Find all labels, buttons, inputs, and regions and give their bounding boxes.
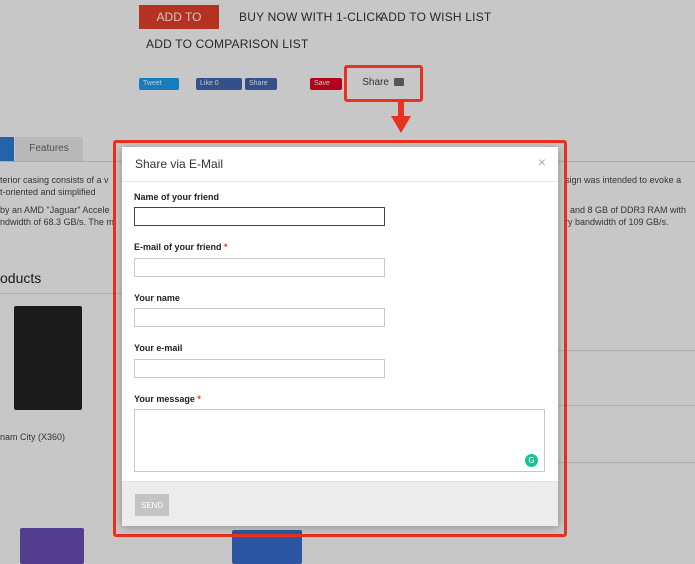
your-email-input[interactable] — [134, 359, 385, 378]
label-text: Name of your friend — [134, 192, 220, 202]
label-text: Your name — [134, 293, 180, 303]
send-button[interactable]: SEND — [135, 494, 169, 516]
label-text: Your message — [134, 394, 195, 404]
dialog-title: Share via E-Mail — [135, 157, 224, 171]
your-name-label: Your name — [134, 293, 180, 303]
required-mark: * — [224, 242, 228, 252]
friend-name-label: Name of your friend — [134, 192, 219, 202]
share-email-dialog: Share via E-Mail × Name of your friend E… — [122, 147, 558, 526]
your-email-label: Your e-mail — [134, 343, 182, 353]
your-name-input[interactable] — [134, 308, 385, 327]
annotation-highlight — [344, 65, 423, 102]
message-textarea[interactable] — [134, 409, 545, 472]
close-icon[interactable]: × — [538, 154, 546, 170]
dialog-footer: SEND — [122, 481, 558, 526]
dialog-header: Share via E-Mail × — [122, 147, 558, 182]
annotation-arrow-icon — [391, 102, 411, 133]
friend-email-label: E-mail of your friend * — [134, 242, 228, 252]
friend-email-input[interactable] — [134, 258, 385, 277]
label-text: E-mail of your friend — [134, 242, 222, 252]
label-text: Your e-mail — [134, 343, 183, 353]
message-label: Your message * — [134, 394, 201, 404]
grammarly-icon[interactable]: G — [525, 454, 538, 467]
friend-name-input[interactable] — [134, 207, 385, 226]
required-mark: * — [197, 394, 201, 404]
